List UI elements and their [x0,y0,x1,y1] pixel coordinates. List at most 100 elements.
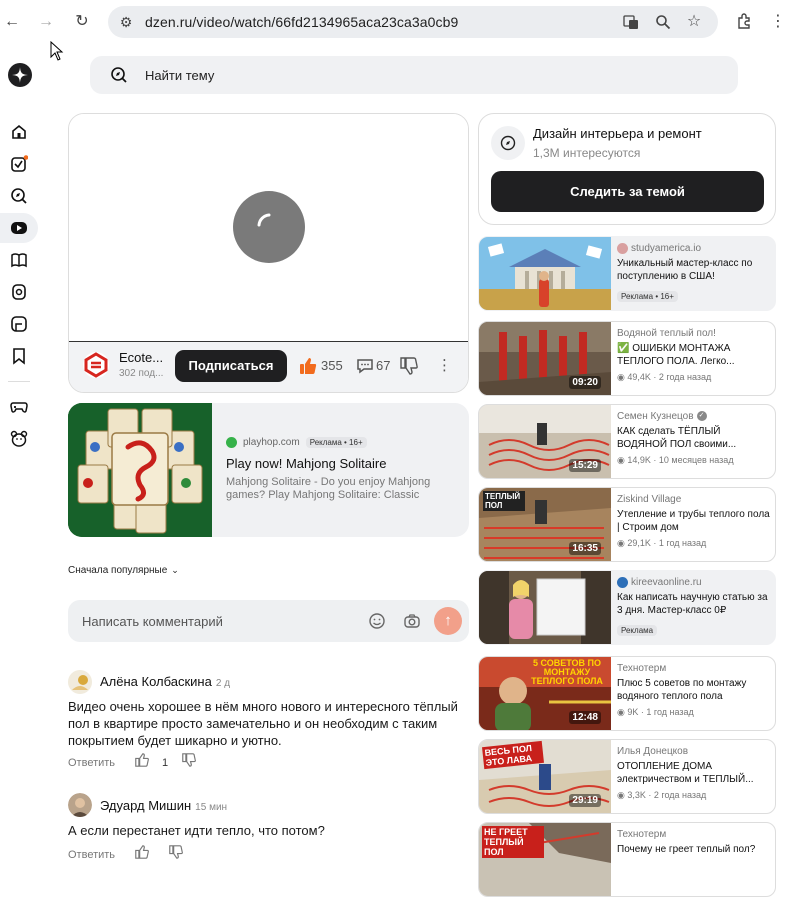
recommendation-item[interactable]: 15:29 Семен Кузнецов ✓ КАК сделать ТЁПЛЫЙ… [478,404,776,479]
ad-card[interactable]: playhop.com Реклама • 16+ Play now! Mahj… [68,403,469,537]
shorts-icon[interactable] [9,282,29,302]
recommendation-title: Уникальный мастер-класс по поступлению в… [617,258,753,282]
send-comment-button[interactable]: ↑ [434,607,462,635]
more-options-icon[interactable]: ⋮ [437,356,452,374]
recommendation-item[interactable]: studyamerica.io Уникальный мастер-класс … [478,236,776,311]
video-duration: 16:35 [569,542,601,555]
comment-time: 15 мин [195,802,228,813]
reply-button[interactable]: Ответить [68,757,115,769]
recommendation-thumbnail: ВЕСЬ ПОЛ ЭТО ЛАВА 29:19 [479,740,611,813]
explore-icon[interactable] [9,186,29,206]
recommendation-item[interactable]: 5 СОВЕТОВ ПО МОНТАЖУ ТЕПЛОГО ПОЛА 12:48 … [478,656,776,731]
comment-count: 67 [376,358,391,373]
comments-icon[interactable] [356,357,374,380]
recommendation-channel: Ziskind Village [617,493,682,505]
emoji-icon[interactable] [368,612,386,635]
site-settings-icon[interactable]: ⚙ [118,14,134,30]
forward-arrow-icon[interactable]: → [36,12,56,32]
eye-icon: ◉ [617,707,625,717]
sort-label: Сначала популярные [68,565,168,576]
chevron-down-icon: ⌄ [171,565,179,575]
back-arrow-icon[interactable]: ← [2,12,22,32]
comment-like-icon[interactable] [135,845,149,864]
recommendation-thumbnail: 5 СОВЕТОВ ПО МОНТАЖУ ТЕПЛОГО ПОЛА 12:48 [479,657,611,730]
recommendation-channel: Технотерм [617,662,667,674]
channel-name[interactable]: Ecote... [119,350,163,365]
eye-icon: ◉ [617,372,625,382]
channel-avatar[interactable] [83,352,109,378]
recommendation-thumbnail: 09:20 [479,322,611,395]
comment-time: 2 д [215,678,231,689]
kids-icon[interactable] [9,429,29,449]
channel-icon [617,576,628,588]
subscribe-button[interactable]: Подписаться [175,350,287,382]
recommendation-stats: 29,1K · 1 год назад [627,538,707,548]
comment-dislike-icon[interactable] [182,753,197,772]
verified-icon: ✓ [696,411,707,421]
articles-icon[interactable] [9,250,29,270]
subscriptions-icon[interactable] [9,154,29,174]
recommendation-item[interactable]: ВЕСЬ ПОЛ ЭТО ЛАВА 29:19 Илья Донецков ОТ… [478,739,776,814]
recommendation-channel: Семен Кузнецов [617,410,694,422]
games-icon[interactable] [9,397,29,417]
recommendation-stats: 49,4K · 2 года назад [627,372,712,382]
channels-icon[interactable] [9,314,29,334]
recommendation-item[interactable]: ТЕПЛЫЙ ПОЛ 16:35 Ziskind Village Утеплен… [478,487,776,562]
eye-icon: ◉ [617,790,625,800]
translate-icon[interactable] [623,14,639,30]
ad-domain: playhop.com [243,437,300,448]
video-duration: 29:19 [569,794,601,807]
recommendation-channel: kireevaonline.ru [631,576,702,588]
recommendation-title: Утепление и трубы теплого пола | Строим … [617,509,770,533]
thumbnail-caption: 5 СОВЕТОВ ПО МОНТАЖУ ТЕПЛОГО ПОЛА [531,658,603,686]
recommendation-thumbnail: 15:29 [479,405,611,478]
camera-icon[interactable] [403,612,421,635]
compass-icon [491,126,525,160]
video-player[interactable] [69,114,468,342]
url-text: dzen.ru/video/watch/66fd2134965aca23ca3a… [145,14,459,30]
recommendation-item[interactable]: kireevaonline.ru Как написать научную ст… [478,570,776,645]
recommendation-item[interactable]: НЕ ГРЕЕТ ТЕПЛЫЙ ПОЛ Технотерм Почему не … [478,822,776,897]
ad-title[interactable]: Play now! Mahjong Solitaire [226,456,386,471]
video-duration: 09:20 [569,376,601,389]
topic-title[interactable]: Дизайн интерьера и ремонт [533,126,702,141]
like-icon[interactable] [299,357,317,380]
mouse-cursor-icon [50,40,64,66]
comment-like-icon[interactable] [135,753,149,772]
dzen-logo[interactable] [8,63,32,87]
reply-button[interactable]: Ответить [68,849,115,861]
sidebar-divider [8,381,30,382]
recommendation-channel: studyamerica.io [631,242,702,254]
comment-placeholder: Написать комментарий [82,614,223,629]
sort-dropdown[interactable]: Сначала популярные ⌄ [68,565,179,576]
recommendation-channel: Илья Донецков [617,745,689,757]
follow-topic-button[interactable]: Следить за темой [491,171,764,212]
reload-icon[interactable]: ↻ [72,12,92,32]
zoom-icon[interactable] [655,14,671,30]
topic-search-bar[interactable]: Найти тему [90,56,738,94]
recommendation-channel: Технотерм [617,828,667,840]
avatar[interactable] [68,793,92,817]
bookmark-star-icon[interactable]: ☆ [686,14,702,30]
channel-icon [617,242,628,254]
recommendation-thumbnail [479,571,611,644]
avatar[interactable] [68,670,92,694]
recommendation-title: Почему не греет теплый пол? [617,844,756,855]
dislike-icon[interactable] [400,357,418,380]
comment-input[interactable]: Написать комментарий ↑ [68,600,469,642]
extensions-icon[interactable] [735,12,755,32]
comment-text: А если перестанет идти тепло, что потом? [68,823,325,838]
thumbnail-caption: ТЕПЛЫЙ ПОЛ [483,491,525,511]
menu-icon[interactable]: ⋮ [768,12,788,32]
home-icon[interactable] [9,122,29,142]
bookmarks-icon[interactable] [9,346,29,366]
browser-toolbar: ← → ↻ ⚙ dzen.ru/video/watch/66fd2134965a… [0,0,789,45]
comment-author[interactable]: Алёна Колбаскина [100,674,212,689]
recommendation-item[interactable]: 09:20 Водяной теплый пол! ✅ ОШИБКИ МОНТА… [478,321,776,396]
video-icon[interactable] [9,218,29,238]
address-bar[interactable]: ⚙ dzen.ru/video/watch/66fd2134965aca23ca… [108,6,718,38]
comment-dislike-icon[interactable] [169,845,183,864]
like-count: 355 [321,358,343,373]
comment-author[interactable]: Эдуард Мишин [100,798,191,813]
ad-badge: Реклама [617,625,658,636]
